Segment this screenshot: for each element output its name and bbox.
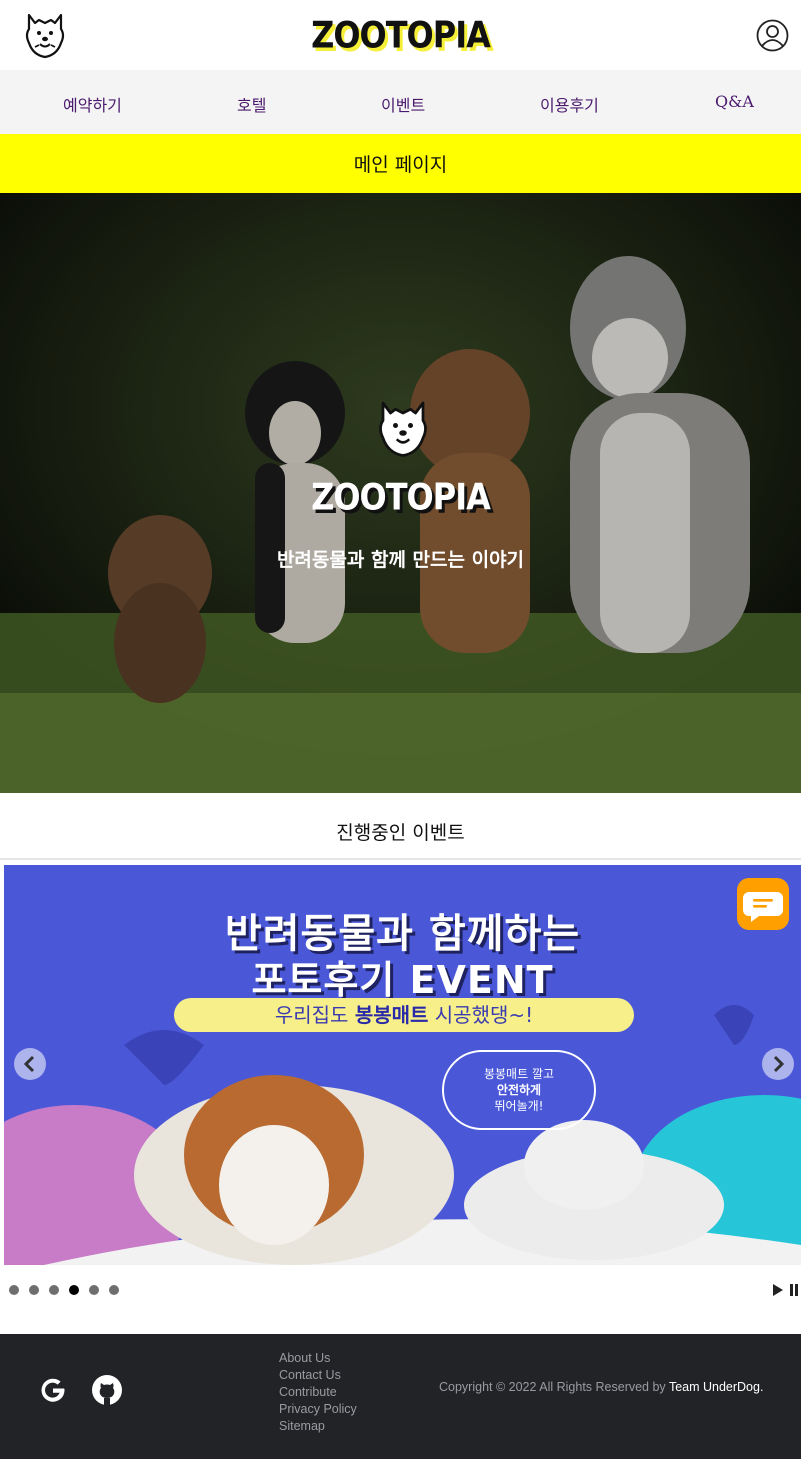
footer-links: About Us Contact Us Contribute Privacy P… (279, 1350, 357, 1435)
main-nav: 예약하기 호텔 이벤트 이용후기 Q&A (0, 70, 801, 134)
slide-dot-active[interactable] (69, 1285, 79, 1295)
nav-item-reservation[interactable]: 예약하기 (63, 92, 122, 116)
site-header: ZOOTOPIA (0, 0, 801, 70)
nav-item-qna[interactable]: Q&A (715, 92, 754, 111)
pill-suffix: 시공했댕~! (428, 1003, 534, 1027)
slide-dot[interactable] (9, 1285, 19, 1295)
footer-link-contribute[interactable]: Contribute (279, 1384, 357, 1401)
copyright-prefix: Copyright © 2022 All Rights Reserved by (439, 1380, 669, 1394)
nav-item-reviews[interactable]: 이용후기 (540, 92, 599, 116)
footer-link-about[interactable]: About Us (279, 1350, 357, 1367)
footer-link-sitemap[interactable]: Sitemap (279, 1418, 357, 1435)
play-icon[interactable] (773, 1284, 783, 1296)
speech-bubble: 봉봉매트 깔고 안전하게 뛰어놀개! (442, 1050, 596, 1130)
copyright-team[interactable]: Team UnderDog. (669, 1380, 764, 1394)
chevron-right-icon[interactable] (762, 1048, 794, 1080)
nav-item-event[interactable]: 이벤트 (381, 92, 425, 116)
page-title: 메인 페이지 (0, 134, 801, 193)
copyright-text: Copyright © 2022 All Rights Reserved by … (439, 1380, 763, 1394)
hero-banner: ZOOTOPIA 반려동물과 함께 만드는 이야기 (0, 193, 801, 793)
brand-logo-text[interactable]: ZOOTOPIA (0, 13, 801, 57)
nav-item-hotel[interactable]: 호텔 (237, 92, 266, 116)
pause-icon[interactable] (789, 1284, 799, 1296)
slide-dot[interactable] (49, 1285, 59, 1295)
event-subtitle-pill: 우리집도 봉봉매트 시공했댕~! (174, 998, 634, 1032)
event-slide[interactable]: 반려동물과 함께하는 포토후기 EVENT 우리집도 봉봉매트 시공했댕~! 봉… (4, 865, 801, 1265)
slide-dot[interactable] (109, 1285, 119, 1295)
hero-brand-text: ZOOTOPIA (311, 475, 491, 519)
user-circle-icon[interactable] (756, 19, 789, 52)
bubble-line1: 봉봉매트 깔고 (483, 1067, 555, 1081)
google-icon[interactable] (37, 1374, 69, 1406)
footer-link-contact[interactable]: Contact Us (279, 1367, 357, 1384)
pill-prefix: 우리집도 (274, 1003, 355, 1027)
pill-bold: 봉봉매트 (354, 1003, 429, 1027)
events-section-title: 진행중인 이벤트 (336, 822, 465, 844)
section-divider (0, 858, 801, 860)
chevron-left-icon[interactable] (14, 1048, 46, 1080)
chat-bubble-icon[interactable] (737, 878, 789, 930)
hero-dog-face-icon (379, 401, 427, 457)
site-footer: About Us Contact Us Contribute Privacy P… (0, 1334, 801, 1459)
bubble-line3: 뛰어놀개! (494, 1099, 544, 1113)
slide-dot[interactable] (89, 1285, 99, 1295)
github-icon[interactable] (91, 1374, 123, 1406)
slide-dot[interactable] (29, 1285, 39, 1295)
hero-tagline: 반려동물과 함께 만드는 이야기 (276, 549, 525, 571)
footer-link-privacy[interactable]: Privacy Policy (279, 1401, 357, 1418)
bubble-line2: 안전하게 (496, 1083, 542, 1097)
event-headline-line2: 포토후기 EVENT (251, 958, 554, 1002)
